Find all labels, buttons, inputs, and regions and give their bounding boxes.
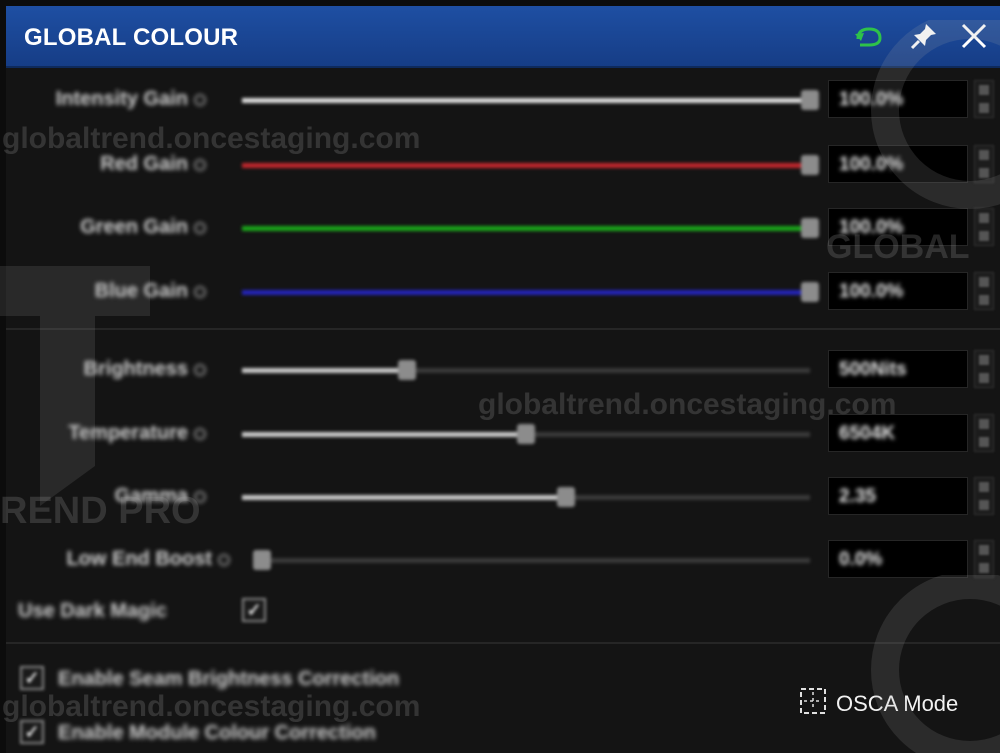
module-colour-checkbox[interactable]: ✓	[20, 720, 44, 744]
slider-handle[interactable]	[253, 550, 271, 570]
dark-magic-checkbox[interactable]: ✓	[242, 598, 266, 622]
slider-fill	[242, 98, 810, 103]
slider-label: Intensity Gain	[56, 88, 206, 111]
slider-row-low-end-boost: Low End Boost 0.0%	[6, 536, 1000, 584]
slider-track[interactable]	[242, 424, 810, 444]
title-bar[interactable]: GLOBAL COLOUR	[6, 6, 1000, 68]
slider-track[interactable]	[242, 360, 810, 380]
slider-label: Low End Boost	[66, 548, 230, 571]
slider-fill	[242, 432, 526, 437]
reset-dot-icon[interactable]	[194, 427, 206, 440]
value-text: 100.0%	[839, 217, 904, 238]
value-text: 100.0%	[839, 281, 904, 302]
slider-track[interactable]	[242, 487, 810, 507]
value-text: 2.35	[839, 486, 876, 507]
slider-row-temperature: Temperature 6504K	[6, 410, 1000, 458]
reset-dot-icon[interactable]	[194, 93, 206, 106]
close-icon[interactable]	[956, 18, 992, 54]
reset-dot-icon[interactable]	[194, 285, 206, 298]
value-text: 6504K	[839, 423, 895, 444]
value-field[interactable]: 100.0%	[828, 145, 968, 183]
slider-fill	[242, 163, 810, 168]
reset-dot-icon[interactable]	[218, 553, 230, 566]
value-field[interactable]: 100.0%	[828, 80, 968, 118]
reset-dot-icon[interactable]	[194, 221, 206, 234]
slider-label: Temperature	[68, 422, 206, 445]
value-text: 100.0%	[839, 89, 904, 110]
slider-label: Blue Gain	[95, 280, 206, 303]
slider-fill	[242, 495, 566, 500]
slider-handle[interactable]	[801, 90, 819, 110]
slider-label: Red Gain	[100, 153, 206, 176]
spin-buttons[interactable]	[974, 414, 994, 452]
section-divider	[6, 328, 1000, 330]
dashed-square-icon	[798, 686, 828, 721]
slider-fill	[242, 368, 407, 373]
slider-handle[interactable]	[397, 360, 416, 380]
slider-handle[interactable]	[556, 487, 575, 507]
reset-dot-icon[interactable]	[194, 158, 206, 171]
osca-mode-label: OSCA Mode	[836, 690, 959, 716]
slider-track[interactable]	[242, 155, 819, 175]
value-text: 0.0%	[839, 549, 883, 570]
spin-buttons[interactable]	[974, 540, 994, 578]
spin-buttons[interactable]	[974, 477, 994, 515]
spin-buttons[interactable]	[974, 272, 994, 310]
window-title: GLOBAL COLOUR	[24, 24, 239, 51]
spin-buttons[interactable]	[974, 350, 994, 388]
value-field[interactable]: 100.0%	[828, 208, 968, 246]
slider-row-green-gain: Green Gain 100.0%	[6, 204, 1000, 252]
slider-handle[interactable]	[801, 155, 819, 175]
spin-buttons[interactable]	[974, 208, 994, 246]
section-divider	[6, 642, 1000, 644]
reset-dot-icon[interactable]	[194, 490, 206, 503]
slider-row-red-gain: Red Gain 100.0%	[6, 141, 1000, 189]
slider-fill	[242, 290, 810, 295]
global-colour-window: GLOBAL COLOUR Intensity Gain 100.0% Red …	[6, 6, 1000, 753]
spin-buttons[interactable]	[974, 80, 994, 118]
slider-track[interactable]	[242, 218, 819, 238]
value-field[interactable]: 500Nits	[828, 350, 968, 388]
slider-label: Green Gain	[80, 216, 206, 239]
slider-track[interactable]	[242, 282, 819, 302]
slider-row-blue-gain: Blue Gain 100.0%	[6, 268, 1000, 316]
pin-icon[interactable]	[906, 18, 942, 54]
slider-handle[interactable]	[801, 282, 819, 302]
slider-track[interactable]	[253, 550, 810, 570]
spin-buttons[interactable]	[974, 145, 994, 183]
slider-row-gamma: Gamma 2.35	[6, 473, 1000, 521]
dark-magic-label: Use Dark Magic	[18, 600, 167, 622]
value-field[interactable]: 2.35	[828, 477, 968, 515]
osca-mode-toggle[interactable]: OSCA Mode	[798, 686, 958, 721]
module-colour-label: Enable Module Colour Correction	[58, 722, 376, 744]
value-text: 100.0%	[839, 154, 904, 175]
seam-brightness-checkbox[interactable]: ✓	[20, 666, 44, 690]
slider-row-intensity-gain: Intensity Gain 100.0%	[6, 76, 1000, 124]
slider-handle[interactable]	[517, 424, 535, 444]
value-field[interactable]: 6504K	[828, 414, 968, 452]
slider-label: Gamma	[115, 485, 206, 508]
slider-fill	[242, 226, 810, 231]
reset-dot-icon[interactable]	[194, 363, 206, 376]
refresh-icon[interactable]	[851, 18, 887, 54]
slider-row-brightness: Brightness 500Nits	[6, 346, 1000, 394]
value-text: 500Nits	[839, 359, 907, 380]
slider-handle[interactable]	[801, 218, 819, 238]
seam-brightness-label: Enable Seam Brightness Correction	[58, 668, 400, 690]
value-field[interactable]: 0.0%	[828, 540, 968, 578]
value-field[interactable]: 100.0%	[828, 272, 968, 310]
slider-label: Brightness	[84, 358, 206, 381]
slider-track[interactable]	[242, 90, 819, 110]
